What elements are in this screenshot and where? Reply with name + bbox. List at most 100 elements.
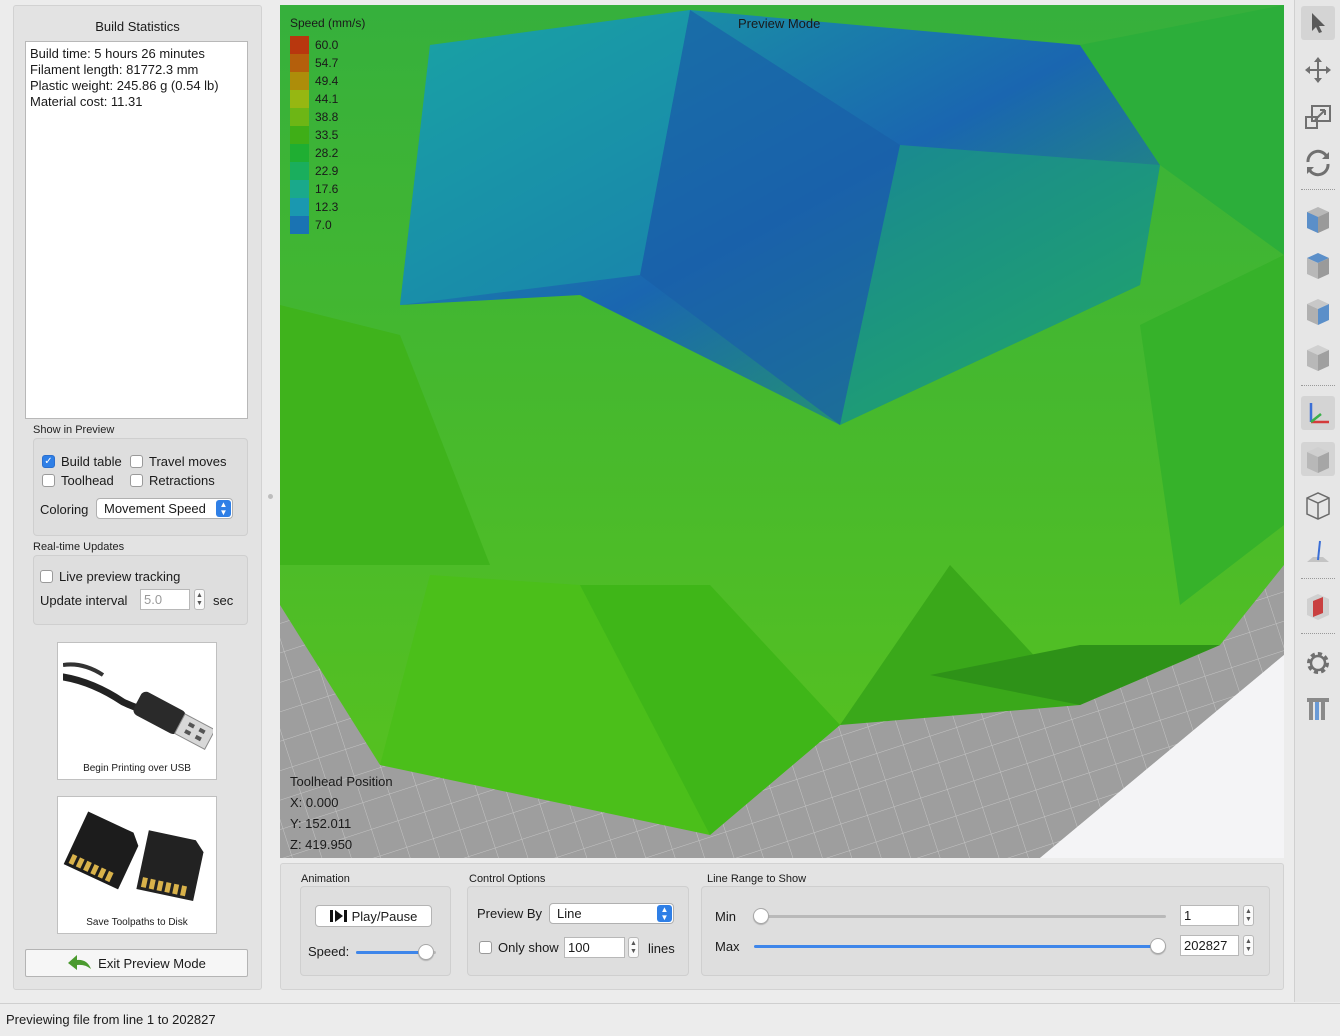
legend-row: 28.2 (290, 144, 338, 162)
toolhead-y: Y: 152.011 (290, 816, 352, 831)
only-show-input[interactable]: 100 (564, 937, 625, 958)
wireframe-cube-icon[interactable] (1301, 488, 1335, 522)
legend-row: 38.8 (290, 108, 338, 126)
travel-moves-checkbox[interactable]: Travel moves (130, 454, 227, 469)
max-slider[interactable] (1150, 938, 1166, 954)
build-statistics-box: Build time: 5 hours 26 minutes Filament … (25, 41, 248, 419)
settings-gear-icon[interactable] (1301, 646, 1335, 680)
status-text: Previewing file from line 1 to 202827 (6, 1012, 216, 1027)
legend-value: 44.1 (315, 92, 339, 106)
legend-value: 28.2 (315, 146, 339, 160)
max-stepper[interactable]: ▲ ▼ (1243, 935, 1254, 956)
z-axis-icon[interactable] (1301, 534, 1335, 568)
animation-label: Animation (301, 873, 350, 885)
interval-unit-label: sec (213, 593, 234, 608)
move-icon[interactable] (1301, 53, 1335, 87)
legend-row: 17.6 (290, 180, 338, 198)
legend-value: 60.0 (315, 38, 339, 52)
legend-swatch (290, 198, 309, 216)
legend-row: 54.7 (290, 54, 338, 72)
preview-by-select[interactable]: Line ▲ ▼ (549, 903, 674, 924)
realtime-updates-group: Live preview tracking Update interval 5.… (33, 555, 248, 625)
left-panel: Build Statistics Build time: 5 hours 26 … (13, 5, 262, 990)
splitter-handle[interactable] (268, 494, 273, 499)
preview-mode-title: Preview Mode (738, 16, 821, 31)
back-arrow-icon (68, 955, 92, 970)
animation-speed-fill (356, 951, 426, 954)
toolpath-render (280, 5, 1284, 858)
legend-swatch (290, 126, 309, 144)
sd-card-icon (63, 801, 213, 911)
animation-speed-slider[interactable] (417, 944, 434, 960)
speed-label: Speed: (308, 944, 350, 959)
legend-swatch (290, 108, 309, 126)
stat-filament-length: Filament length: 81772.3 mm (30, 62, 199, 77)
toolhead-checkbox[interactable]: Toolhead (42, 473, 114, 488)
realtime-updates-label: Real-time Updates (33, 541, 125, 553)
live-preview-tracking-checkbox[interactable]: Live preview tracking (40, 569, 180, 584)
control-options-label: Control Options (469, 873, 546, 885)
max-input[interactable]: 202827 (1180, 935, 1239, 956)
usb-button-label: Begin Printing over USB (83, 763, 191, 774)
legend-value: 22.9 (315, 164, 339, 178)
min-slider[interactable] (753, 908, 769, 924)
view-front-cube-icon[interactable] (1301, 202, 1335, 236)
legend-row: 49.4 (290, 72, 338, 90)
preview-viewport[interactable]: Preview Mode Speed (mm/s) 60.0 54.7 49.4 44… (280, 5, 1284, 858)
build-table-checkbox[interactable]: ✓ Build table (42, 454, 122, 469)
disk-button-label: Save Toolpaths to Disk (86, 917, 188, 928)
control-options-group: Preview By Line ▲ ▼ Only show 100 ▲ ▼ line… (467, 886, 689, 976)
legend-value: 54.7 (315, 56, 339, 70)
legend-value: 17.6 (315, 182, 339, 196)
update-interval-input[interactable]: 5.0 (140, 589, 190, 610)
show-in-preview-label: Show in Preview (33, 424, 115, 436)
stat-build-time: Build time: 5 hours 26 minutes (30, 46, 205, 61)
legend-swatch (290, 90, 309, 108)
legend-row: 7.0 (290, 216, 332, 234)
legend-row: 44.1 (290, 90, 338, 108)
solid-cube-icon[interactable] (1301, 442, 1335, 476)
animation-group: Play/Pause Speed: (300, 886, 451, 976)
scale-icon[interactable] (1301, 100, 1335, 134)
begin-printing-usb-button[interactable]: Begin Printing over USB (57, 642, 217, 780)
stat-material-cost: Material cost: 11.31 (30, 94, 143, 109)
exit-preview-mode-button[interactable]: Exit Preview Mode (25, 949, 248, 977)
view-iso-cube-icon[interactable] (1301, 340, 1335, 374)
view-side-cube-icon[interactable] (1301, 294, 1335, 328)
view-top-cube-icon[interactable] (1301, 248, 1335, 282)
min-input[interactable]: 1 (1180, 905, 1239, 926)
retractions-checkbox[interactable]: Retractions (130, 473, 215, 488)
legend-value: 12.3 (315, 200, 339, 214)
play-pause-button[interactable]: Play/Pause (315, 905, 432, 927)
legend-swatch (290, 180, 309, 198)
line-range-label: Line Range to Show (707, 873, 807, 885)
only-show-stepper[interactable]: ▲ ▼ (628, 937, 639, 958)
lines-label: lines (648, 941, 675, 956)
stat-plastic-weight: Plastic weight: 245.86 g (0.54 lb) (30, 78, 219, 93)
legend-swatch (290, 54, 309, 72)
layers-icon[interactable] (1301, 692, 1335, 726)
status-bar: Previewing file from line 1 to 202827 (0, 1003, 1340, 1036)
min-stepper[interactable]: ▲ ▼ (1243, 905, 1254, 926)
speed-legend-title: Speed (mm/s) (290, 16, 366, 30)
min-slider-track (762, 915, 1166, 918)
toolhead-position-title: Toolhead Position (290, 774, 393, 789)
select-arrow-icon[interactable] (1301, 6, 1335, 40)
cross-section-icon[interactable] (1301, 589, 1335, 623)
update-interval-stepper[interactable]: ▲ ▼ (194, 589, 205, 610)
legend-value: 7.0 (315, 218, 332, 232)
axes-icon[interactable] (1301, 396, 1335, 430)
only-show-checkbox[interactable]: Only show (479, 940, 559, 955)
coloring-select[interactable]: Movement Speed ▲ ▼ (96, 498, 233, 519)
legend-row: 22.9 (290, 162, 338, 180)
rotate-icon[interactable] (1301, 146, 1335, 180)
line-range-group: Min 1 ▲ ▼ Max 202827 ▲ ▼ (701, 886, 1270, 976)
right-toolbar (1294, 0, 1340, 1002)
legend-value: 33.5 (315, 128, 339, 142)
checkmark-icon: ✓ (42, 455, 55, 468)
legend-row: 60.0 (290, 36, 338, 54)
chevron-updown-icon: ▲ ▼ (657, 905, 672, 922)
legend-swatch (290, 216, 309, 234)
legend-value: 49.4 (315, 74, 339, 88)
save-toolpaths-disk-button[interactable]: Save Toolpaths to Disk (57, 796, 217, 934)
